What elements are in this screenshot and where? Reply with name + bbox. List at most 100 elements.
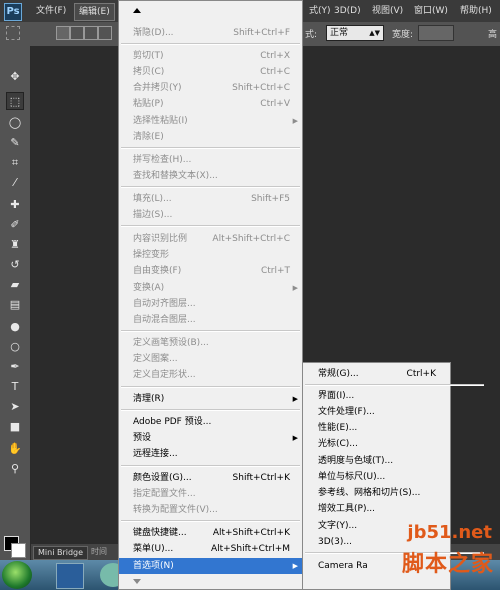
menu-window[interactable]: 窗口(W) (410, 3, 452, 19)
menu-separator (121, 225, 300, 227)
tab-timeline[interactable]: 时间 (91, 546, 107, 558)
style-select[interactable]: 正常 ▲▼ (326, 25, 384, 41)
site-watermark: jb51.net 脚本之家 (360, 518, 500, 590)
pen-tool-icon[interactable]: ✒ (6, 358, 24, 376)
submenu-item-units-rulers[interactable]: 单位与标尺(U)... (303, 469, 450, 485)
submenu-item-file-handling[interactable]: 文件处理(F)... (303, 404, 450, 420)
eyedropper-tool-icon[interactable]: ⁄ (6, 174, 24, 192)
menu-separator (121, 147, 300, 149)
path-select-tool-icon[interactable]: ➤ (6, 398, 24, 416)
menu-item-paste[interactable]: 粘贴(P) Ctrl+V (119, 96, 302, 112)
intersect-selection-icon[interactable] (98, 26, 112, 40)
width-label: 宽度: (392, 30, 414, 40)
scroll-down-icon[interactable] (133, 579, 141, 584)
menu-3d[interactable]: 3D(D) (330, 3, 365, 19)
menu-separator (121, 520, 300, 522)
background-color-swatch[interactable] (11, 543, 26, 558)
menu-item-adobe-pdf-presets[interactable]: Adobe PDF 预设... (119, 414, 302, 430)
history-brush-tool-icon[interactable]: ↺ (6, 256, 24, 274)
hand-tool-icon[interactable]: ✋ (6, 440, 24, 458)
eraser-tool-icon[interactable]: ▰ (6, 276, 24, 294)
submenu-item-plugins[interactable]: 增效工具(P)... (303, 501, 450, 517)
menu-separator (121, 409, 300, 411)
submenu-item-transparency-gamut[interactable]: 透明度与色域(T)... (303, 453, 450, 469)
taskbar-app-icon[interactable] (56, 563, 84, 589)
submenu-item-interface[interactable]: 界面(I)... (303, 388, 450, 404)
submenu-item-performance[interactable]: 性能(E)... (303, 420, 450, 436)
blur-tool-icon[interactable]: ● (6, 318, 24, 336)
submenu-arrow-icon: ▶ (292, 284, 298, 292)
menu-item-define-brush[interactable]: 定义画笔预设(B)... (119, 335, 302, 351)
menu-item-free-transform[interactable]: 自由变换(F) Ctrl+T (119, 263, 302, 279)
menu-item-color-settings[interactable]: 颜色设置(G)... Shift+Ctrl+K (119, 470, 302, 486)
menu-item-presets[interactable]: 预设 ▶ (119, 430, 302, 446)
menu-item-cut[interactable]: 剪切(T) Ctrl+X (119, 48, 302, 64)
crop-tool-icon[interactable]: ⌗ (6, 154, 24, 172)
new-selection-icon[interactable] (56, 26, 70, 40)
dodge-tool-icon[interactable]: ○ (6, 338, 24, 356)
menu-item-stroke[interactable]: 描边(S)... (119, 207, 302, 223)
menu-separator (121, 186, 300, 188)
start-button-icon[interactable] (2, 561, 32, 589)
menu-file[interactable]: 文件(F) (32, 3, 70, 19)
menu-separator (121, 386, 300, 388)
type-tool-icon[interactable]: T (6, 378, 24, 396)
menu-item-purge[interactable]: 清理(R) ▶ (119, 391, 302, 407)
menu-item-paste-special[interactable]: 选择性粘贴(I) ▶ (119, 113, 302, 129)
menu-separator (121, 43, 300, 45)
submenu-item-guides-grid-slices[interactable]: 参考线、网格和切片(S)... (303, 485, 450, 501)
menu-separator (305, 384, 484, 386)
zoom-tool-icon[interactable]: ⚲ (6, 460, 24, 478)
rect-marquee-tool-icon[interactable]: ⬚ (6, 92, 24, 110)
menu-item-copy-merged[interactable]: 合并拷贝(Y) Shift+Ctrl+C (119, 80, 302, 96)
tools-panel: ✥ ⬚ ◯ ✎ ⌗ ⁄ ✚ ✐ ♜ ↺ ▰ ▤ ● ○ ✒ T ➤ ■ ✋ ⚲ (0, 46, 31, 560)
menu-item-assign-profile[interactable]: 指定配置文件... (119, 486, 302, 502)
tab-mini-bridge[interactable]: Mini Bridge (33, 546, 89, 560)
menu-item-fill[interactable]: 填充(L)... Shift+F5 (119, 191, 302, 207)
width-input[interactable] (418, 25, 454, 41)
menu-edit[interactable]: 编辑(E) (74, 3, 115, 21)
lasso-tool-icon[interactable]: ◯ (6, 114, 24, 132)
move-tool-icon[interactable]: ✥ (6, 68, 24, 86)
watermark-url: jb51.net (407, 522, 492, 543)
edit-dropdown-menu: 渐隐(D)... Shift+Ctrl+F 剪切(T) Ctrl+X 拷贝(C) Ct… (118, 0, 303, 590)
spot-heal-tool-icon[interactable]: ✚ (6, 196, 24, 214)
menu-help[interactable]: 帮助(H) (456, 3, 496, 19)
submenu-item-cursors[interactable]: 光标(C)... (303, 436, 450, 452)
style-label: 式: (305, 30, 318, 40)
menu-view[interactable]: 视图(V) (368, 3, 407, 19)
brush-tool-icon[interactable]: ✐ (6, 216, 24, 234)
scroll-up-icon[interactable] (133, 8, 141, 13)
marquee-preset-icon[interactable] (6, 26, 20, 40)
photoshop-logo: Ps (4, 3, 22, 21)
menu-item-define-custom-shape[interactable]: 定义自定形状... (119, 367, 302, 383)
menu-item-fade[interactable]: 渐隐(D)... Shift+Ctrl+F (119, 25, 302, 41)
quick-select-tool-icon[interactable]: ✎ (6, 134, 24, 152)
subtract-selection-icon[interactable] (84, 26, 98, 40)
submenu-item-general[interactable]: 常规(G)... Ctrl+K (303, 366, 450, 382)
chevron-updown-icon: ▲▼ (369, 29, 380, 37)
menu-item-puppet-warp[interactable]: 操控变形 (119, 247, 302, 263)
menu-item-find-replace[interactable]: 查找和替换文本(X)... (119, 168, 302, 184)
clone-stamp-tool-icon[interactable]: ♜ (6, 236, 24, 254)
add-selection-icon[interactable] (70, 26, 84, 40)
menu-item-convert-to-profile[interactable]: 转换为配置文件(V)... (119, 502, 302, 518)
menu-item-remote-connections[interactable]: 远程连接... (119, 446, 302, 462)
menu-item-preferences[interactable]: 首选项(N) ▶ (119, 558, 302, 574)
menu-item-menus[interactable]: 菜单(U)... Alt+Shift+Ctrl+M (119, 541, 302, 557)
menu-item-spell-check[interactable]: 拼写检查(H)... (119, 152, 302, 168)
menu-item-clear[interactable]: 清除(E) (119, 129, 302, 145)
rectangle-tool-icon[interactable]: ■ (6, 418, 24, 436)
menu-item-auto-blend-layers[interactable]: 自动混合图层... (119, 312, 302, 328)
submenu-arrow-icon: ▶ (292, 395, 298, 403)
menu-item-copy[interactable]: 拷贝(C) Ctrl+C (119, 64, 302, 80)
menu-separator (121, 330, 300, 332)
menu-item-define-pattern[interactable]: 定义图案... (119, 351, 302, 367)
menu-item-content-aware-scale[interactable]: 内容识别比例 Alt+Shift+Ctrl+C (119, 231, 302, 247)
menu-item-transform[interactable]: 变换(A) ▶ (119, 280, 302, 296)
gradient-tool-icon[interactable]: ▤ (6, 296, 24, 314)
watermark-text: 脚本之家 (401, 552, 494, 577)
menu-item-keyboard-shortcuts[interactable]: 键盘快捷键... Alt+Shift+Ctrl+K (119, 525, 302, 541)
menu-item-auto-align-layers[interactable]: 自动对齐图层... (119, 296, 302, 312)
submenu-arrow-icon: ▶ (292, 117, 298, 125)
